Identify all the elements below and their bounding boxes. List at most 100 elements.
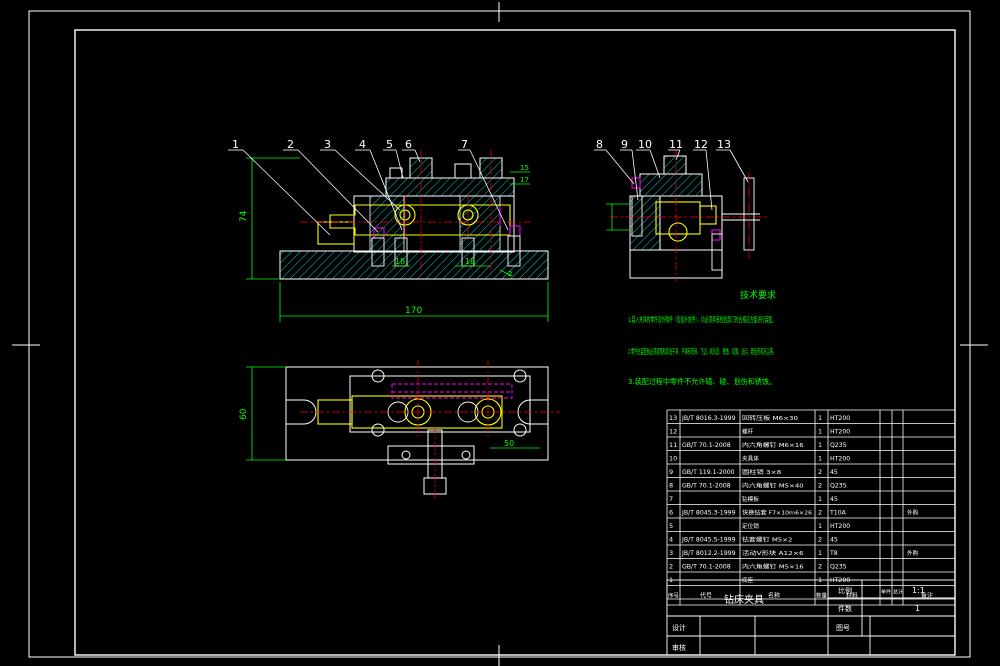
balloon-12: 12	[694, 138, 708, 151]
cad-drawing-canvas: 74 170 18 18 15 17 2 1 2 3 4 5 6 7 8 9 1…	[12, 2, 988, 666]
bom-material: Q235	[830, 442, 847, 449]
bom-qty: 2	[818, 536, 822, 544]
bom-qty: 2	[818, 563, 822, 571]
balloon-9: 9	[621, 138, 628, 151]
bom-no: 9	[669, 468, 673, 476]
balloon-6: 6	[405, 138, 412, 151]
drawing-title: 钻床夹具	[724, 593, 764, 606]
dim-2: 2	[508, 270, 512, 278]
bom-qty: 2	[818, 468, 822, 476]
dim-17: 17	[520, 176, 529, 184]
bom-header-total: 总计	[893, 589, 903, 596]
bom-name: 定位销	[742, 522, 759, 530]
dim-15: 15	[520, 164, 529, 172]
bom-name: 快换钻套 F7×10m6×26	[742, 509, 812, 517]
bom-name: 钻套螺钉 M5×2	[742, 536, 792, 544]
front-view: 74 170 18 18 15 17 2 1 2 3 4 5 6 7	[228, 138, 549, 322]
note-3: 3.装配过程中零件不允许磕、碰、划伤和锈蚀。	[628, 377, 776, 386]
balloon-4: 4	[359, 138, 366, 151]
balloon-8: 8	[596, 138, 603, 151]
bom-header-no: 序号	[668, 592, 680, 600]
designer-label: 设计	[672, 623, 686, 632]
scale-label: 比例	[838, 586, 852, 595]
bom-no: 7	[669, 495, 673, 503]
bom-material: Q235	[830, 483, 847, 490]
bom-material: 45	[830, 496, 838, 503]
bom-note: 外购	[907, 509, 919, 517]
bom-std: GB/T 70.1-2008	[682, 564, 731, 571]
bom-qty: 1	[818, 428, 822, 436]
dim-height: 74	[239, 210, 249, 222]
bom-name: 内六角螺钉 M6×16	[742, 441, 804, 449]
dim-width: 60	[239, 408, 249, 420]
bom-std: GB/T 70.1-2008	[682, 483, 731, 490]
bom-material: HT200	[830, 415, 850, 422]
balloon-1: 1	[232, 138, 239, 151]
bom-header-std: 代号	[700, 592, 712, 600]
bom-material: HT200	[830, 429, 850, 436]
bom-no: 11	[669, 441, 677, 449]
sheet-label: 图号	[836, 624, 850, 632]
balloon-11: 11	[669, 138, 683, 151]
bom-material: T10A	[829, 510, 847, 517]
bom-no: 8	[669, 482, 673, 490]
side-view: 8 9 10 11 12 13	[594, 138, 770, 282]
bom-qty: 1	[818, 495, 822, 503]
bom-std: JB/T 8045.3-1999	[681, 510, 736, 517]
bom-table	[666, 409, 956, 606]
balloon-10: 10	[638, 138, 652, 151]
bom-no: 3	[669, 549, 673, 557]
dim-18a: 18	[395, 257, 405, 266]
bom-qty: 1	[818, 522, 822, 530]
bom-material: HT200	[830, 577, 850, 584]
bom-material: HT200	[830, 523, 850, 530]
bom-name: 夹具体	[742, 455, 759, 463]
bom-header-name: 名称	[768, 592, 780, 600]
note-1: 1.装入夹具的零件及外购件（包括外协件），均必须具有检验部门的合格证方能进行装配…	[628, 315, 776, 324]
bom-qty: 1	[818, 414, 822, 422]
balloon-7: 7	[461, 138, 468, 151]
bom-qty: 2	[818, 509, 822, 517]
bom-header-qty: 数量	[816, 592, 828, 600]
checker-label: 审核	[672, 643, 686, 652]
count-value: 1	[915, 604, 920, 613]
bom-qty: 1	[818, 441, 822, 449]
bom-name: 内六角螺钉 M5×16	[742, 563, 804, 571]
note-2: 2.零件在装配前必须清理和清洗干净，不得有毛刺、飞边、氧化皮、锈蚀、切屑、油污、…	[628, 347, 776, 356]
bom-material: HT200	[830, 456, 850, 463]
dim-length: 170	[405, 306, 422, 316]
bom-name: 内六角螺钉 M5×40	[742, 482, 804, 490]
bom-material: 45	[830, 537, 838, 544]
bom-no: 10	[669, 455, 677, 463]
count-label: 件数	[838, 604, 852, 613]
bom-name: 螺杆	[742, 428, 754, 436]
bom-material: 45	[830, 469, 838, 476]
bom-no: 12	[669, 428, 677, 436]
bom-header-single: 单件	[881, 589, 891, 596]
bom-no: 2	[669, 563, 673, 571]
balloon-3: 3	[324, 138, 331, 151]
side-workpiece	[655, 201, 717, 242]
bom-no: 13	[669, 414, 677, 422]
bom-std: JB/T 8012.2-1999	[681, 550, 736, 557]
bom-no: 6	[669, 509, 673, 517]
bom-name: 活动V形块 A12×6	[742, 549, 804, 557]
notes-heading: 技术要求	[740, 289, 776, 301]
bom-no: 4	[669, 536, 673, 544]
bom-qty: 1	[818, 455, 822, 463]
top-view: 60 50	[239, 360, 560, 500]
bom-material: T8	[829, 550, 838, 557]
bom-no: 5	[669, 522, 673, 530]
balloon-2: 2	[287, 138, 294, 151]
bom-std: GB/T 70.1-2008	[682, 442, 731, 449]
bom-material: Q235	[830, 564, 847, 571]
bom-std: JB/T 8045.5-1999	[681, 537, 736, 544]
dim-18b: 18	[465, 257, 475, 266]
dim-side-offset: 50	[504, 439, 514, 448]
balloon-5: 5	[386, 138, 393, 151]
bom-note: 外购	[907, 549, 919, 557]
bom-name: 回转压板 M6×30	[742, 414, 799, 422]
bom-qty: 1	[818, 549, 822, 557]
bom-qty: 2	[818, 482, 822, 490]
bom-name: 钻模板	[742, 495, 759, 503]
